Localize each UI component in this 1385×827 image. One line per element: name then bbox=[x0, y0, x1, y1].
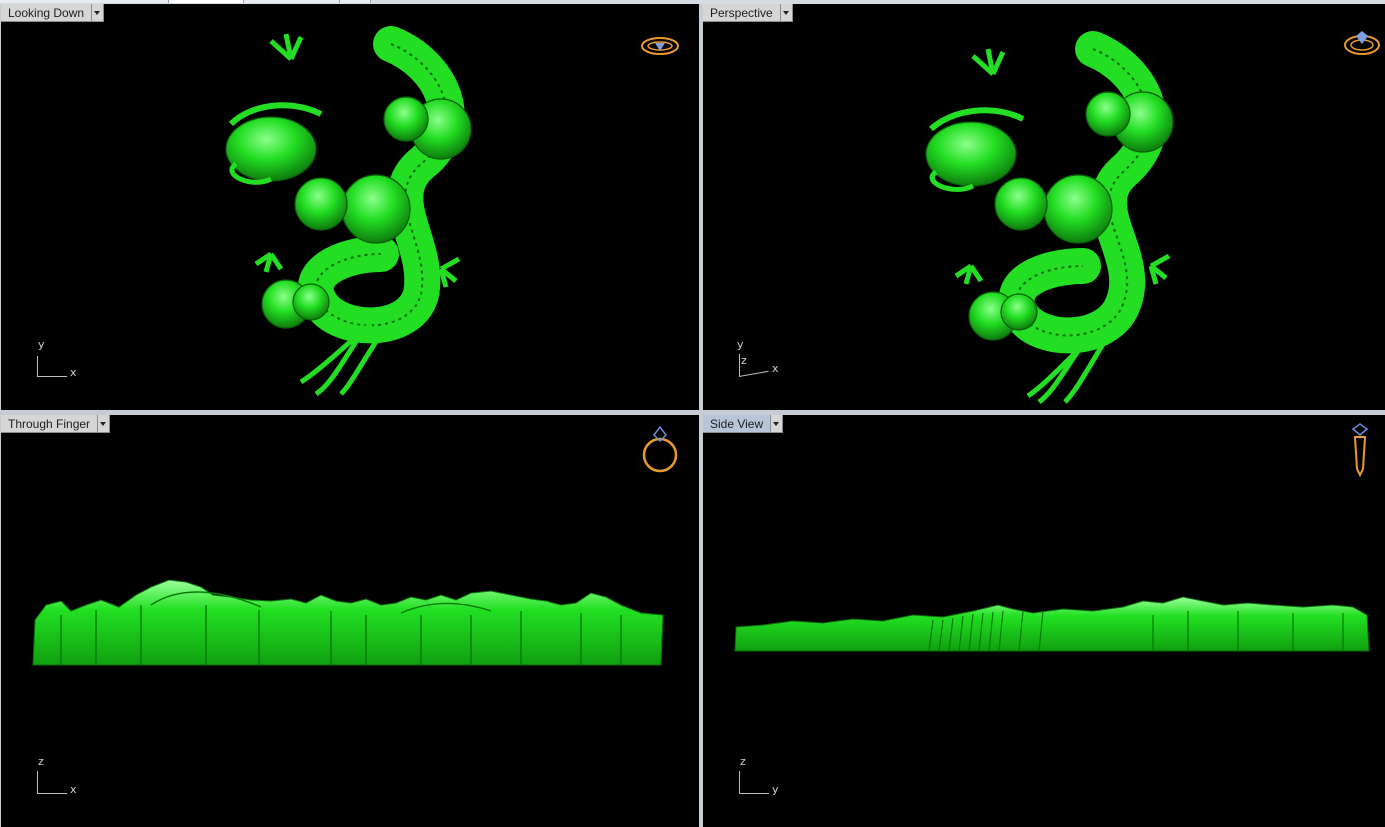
axis-label-horizontal: x bbox=[70, 366, 77, 379]
viewport-menu-dropdown[interactable] bbox=[98, 415, 111, 433]
axis-label-vertical: z bbox=[38, 755, 44, 768]
tab-marker[interactable] bbox=[244, 0, 340, 3]
dragon-model-side-profile bbox=[734, 596, 1370, 652]
viewport-looking-down[interactable]: Looking Down y x bbox=[1, 4, 699, 410]
axis-label-horizontal: x bbox=[772, 362, 779, 375]
dragon-model-front-profile bbox=[32, 579, 664, 666]
axis-label-horizontal: y bbox=[772, 783, 779, 796]
tab-marker-active[interactable] bbox=[169, 0, 244, 3]
axis-label-vertical: z bbox=[740, 755, 746, 768]
viewport-menu-dropdown[interactable] bbox=[92, 4, 105, 22]
viewport-menu-dropdown[interactable] bbox=[771, 415, 784, 433]
viewport-title-bar[interactable]: Perspective bbox=[703, 4, 793, 22]
dragon-model-top bbox=[225, 26, 472, 397]
viewport-title-bar[interactable]: Through Finger bbox=[1, 415, 111, 433]
viewport-menu-dropdown[interactable] bbox=[780, 4, 793, 22]
axis-label-vertical: y bbox=[38, 338, 45, 351]
ring-top-icon bbox=[641, 37, 679, 55]
tab-marker[interactable] bbox=[0, 0, 169, 3]
ring-front-icon bbox=[642, 425, 678, 473]
viewport-title[interactable]: Perspective bbox=[703, 4, 781, 22]
viewport-title[interactable]: Through Finger bbox=[1, 415, 99, 433]
viewport-title-bar[interactable]: Looking Down bbox=[1, 4, 105, 22]
viewport-title-bar[interactable]: Side View bbox=[703, 415, 784, 433]
dragon-model-perspective bbox=[925, 31, 1174, 405]
axis-label-vertical: y bbox=[737, 338, 744, 351]
viewport-title[interactable]: Looking Down bbox=[1, 4, 93, 22]
tab-marker[interactable] bbox=[340, 0, 371, 3]
axis-label-horizontal: x bbox=[70, 783, 77, 796]
viewport-side-view[interactable]: Side View z y bbox=[703, 415, 1385, 827]
ring-side-icon bbox=[1351, 423, 1369, 478]
viewport-title[interactable]: Side View bbox=[703, 415, 772, 433]
viewport-perspective[interactable]: Perspective y z x bbox=[703, 4, 1385, 410]
ring-perspective-icon bbox=[1344, 31, 1380, 55]
axis-label-depth: z bbox=[741, 354, 747, 367]
viewport-through-finger[interactable]: Through Finger z x bbox=[1, 415, 699, 827]
